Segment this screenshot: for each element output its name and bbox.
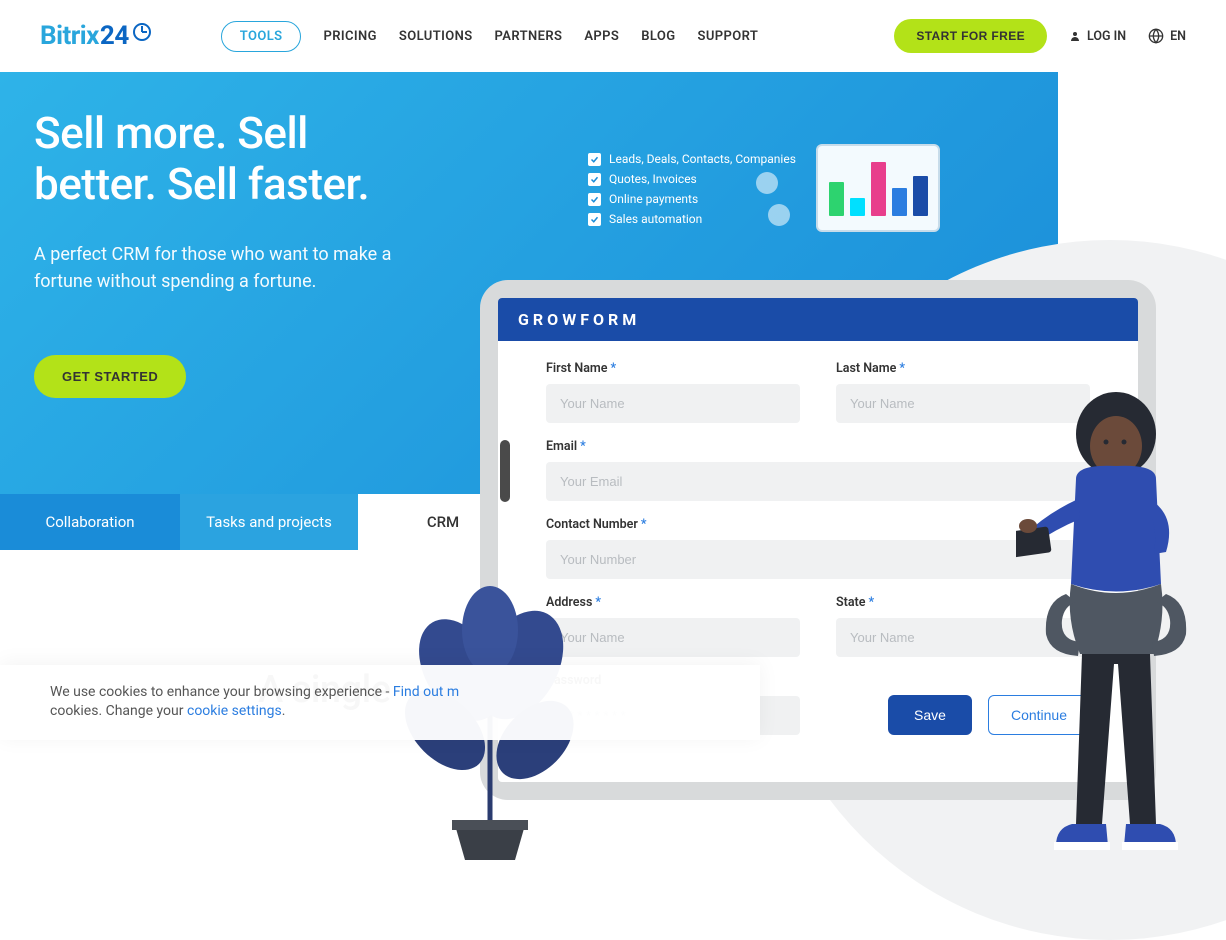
feature-label: Leads, Deals, Contacts, Companies <box>609 152 796 166</box>
header-right: START FOR FREE LOG IN EN <box>894 19 1186 53</box>
person-illustration <box>1016 384 1216 864</box>
check-icon <box>588 193 601 206</box>
check-icon <box>588 213 601 226</box>
feature-label: Online payments <box>609 192 698 206</box>
nav-partners[interactable]: PARTNERS <box>495 29 563 44</box>
chart-bar <box>913 176 928 216</box>
lang-label: EN <box>1170 29 1186 44</box>
decoration-circle-icon <box>768 204 790 226</box>
hero-feature-item: Online payments <box>588 192 796 206</box>
decoration-circle-icon <box>756 172 778 194</box>
chart-bar <box>850 198 865 216</box>
hero-bar-chart <box>816 144 940 232</box>
save-button[interactable]: Save <box>888 695 972 735</box>
logo-text-2: 24 <box>100 21 129 51</box>
start-for-free-button[interactable]: START FOR FREE <box>894 19 1047 53</box>
first-name-label: First Name* <box>546 361 800 376</box>
feature-label: Quotes, Invoices <box>609 172 697 186</box>
contact-number-label: Contact Number* <box>546 517 1090 532</box>
chart-bar <box>871 162 886 216</box>
tab-collaboration[interactable]: Collaboration <box>0 494 180 550</box>
login-link[interactable]: LOG IN <box>1069 29 1126 44</box>
last-name-label: Last Name* <box>836 361 1090 376</box>
cookie-settings-link[interactable]: cookie settings <box>187 703 282 719</box>
chart-bar <box>892 188 907 216</box>
first-name-input[interactable] <box>546 384 800 423</box>
hero-title-line1: Sell more. Sell <box>34 107 308 159</box>
top-header: Bitrix 24 TOOLS PRICING SOLUTIONS PARTNE… <box>0 0 1226 72</box>
nav-apps[interactable]: APPS <box>584 29 619 44</box>
email-input[interactable] <box>546 462 1090 501</box>
nav-blog[interactable]: BLOG <box>641 29 675 44</box>
nav-solutions[interactable]: SOLUTIONS <box>399 29 473 44</box>
feature-label: Sales automation <box>609 212 702 226</box>
hero-feature-item: Sales automation <box>588 212 796 226</box>
logo[interactable]: Bitrix 24 <box>40 21 151 51</box>
hero-feature-item: Leads, Deals, Contacts, Companies <box>588 152 796 166</box>
logo-text-1: Bitrix <box>40 21 99 51</box>
nav-pricing[interactable]: PRICING <box>323 29 376 44</box>
cookie-text-2: cookies. Change your <box>50 703 187 719</box>
chart-bar <box>829 182 844 216</box>
nav-support[interactable]: SUPPORT <box>698 29 759 44</box>
globe-icon <box>1148 28 1164 44</box>
nav-tools[interactable]: TOOLS <box>221 21 302 52</box>
contact-number-input[interactable] <box>546 540 1090 579</box>
email-label: Email* <box>546 439 1090 454</box>
form-brand-header: GROWFORM <box>498 298 1138 341</box>
cookie-find-out-link[interactable]: Find out m <box>393 684 459 700</box>
hero-title-line2: better. Sell faster. <box>34 158 369 210</box>
cookie-text: We use cookies to enhance your browsing … <box>50 684 393 700</box>
login-label: LOG IN <box>1087 29 1126 44</box>
clock-icon <box>133 23 151 41</box>
language-selector[interactable]: EN <box>1148 28 1186 44</box>
check-icon <box>588 153 601 166</box>
cookie-banner: We use cookies to enhance your browsing … <box>0 665 760 740</box>
main-nav: TOOLS PRICING SOLUTIONS PARTNERS APPS BL… <box>221 21 759 52</box>
check-icon <box>588 173 601 186</box>
hero-subtitle: A perfect CRM for those who want to make… <box>34 241 454 295</box>
user-icon <box>1069 30 1081 42</box>
tablet-home-button <box>500 440 510 502</box>
tab-tasks[interactable]: Tasks and projects <box>180 494 358 550</box>
get-started-button[interactable]: GET STARTED <box>34 355 186 398</box>
